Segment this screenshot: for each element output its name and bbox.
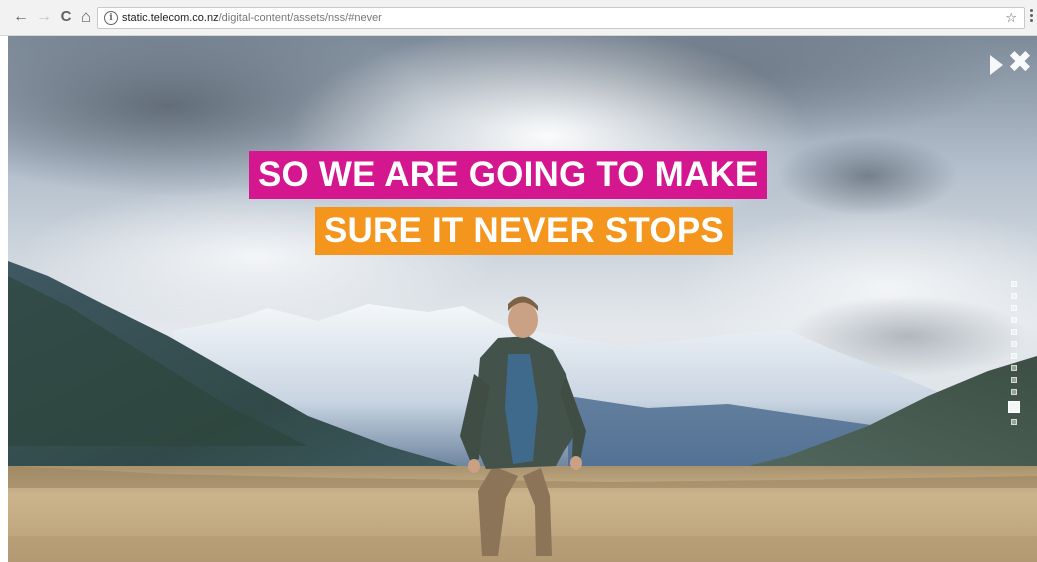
info-icon[interactable]: i — [104, 11, 118, 25]
slide-dot[interactable] — [1011, 281, 1017, 287]
slide-dot[interactable] — [1011, 293, 1017, 299]
menu-dot — [1030, 14, 1033, 17]
browser-toolbar: ← → C ⌂ i static.telecom.co.nz/digital-c… — [0, 0, 1037, 36]
home-button[interactable]: ⌂ — [77, 8, 95, 26]
close-icon[interactable]: ✖ — [1007, 48, 1033, 78]
menu-dot — [1030, 9, 1033, 12]
url-path: /digital-content/assets/nss/#never — [218, 12, 382, 24]
slide-dot-navigation — [1008, 281, 1022, 431]
url-text[interactable]: static.telecom.co.nz/digital-content/ass… — [122, 11, 382, 25]
vertical-dots-icon[interactable] — [1030, 9, 1033, 25]
slide-dot[interactable] — [1011, 329, 1017, 335]
page-viewport: SO WE ARE GOING TO MAKE SURE IT NEVER ST… — [8, 36, 1037, 562]
play-icon[interactable] — [990, 55, 1003, 75]
slide-dot[interactable] — [1011, 317, 1017, 323]
address-bar[interactable]: i static.telecom.co.nz/digital-content/a… — [97, 7, 1025, 29]
slide-dot[interactable] — [1008, 401, 1020, 413]
field-foreground — [8, 536, 1037, 562]
menu-dot — [1030, 19, 1033, 22]
slide-dot[interactable] — [1011, 419, 1017, 425]
slide-dot[interactable] — [1011, 377, 1017, 383]
slide-dot[interactable] — [1011, 341, 1017, 347]
slideshow-controls: ✖ — [988, 48, 1034, 78]
reload-button[interactable]: C — [57, 8, 75, 26]
star-icon[interactable]: ☆ — [1005, 10, 1017, 26]
hero-background-photo — [8, 36, 1037, 562]
forward-button[interactable]: → — [35, 8, 53, 26]
slide-dot[interactable] — [1011, 353, 1017, 359]
slide-dot[interactable] — [1011, 389, 1017, 395]
slide-dot[interactable] — [1011, 305, 1017, 311]
url-domain: static.telecom.co.nz — [122, 12, 219, 24]
slide-dot[interactable] — [1011, 365, 1017, 371]
back-button[interactable]: ← — [12, 8, 30, 26]
